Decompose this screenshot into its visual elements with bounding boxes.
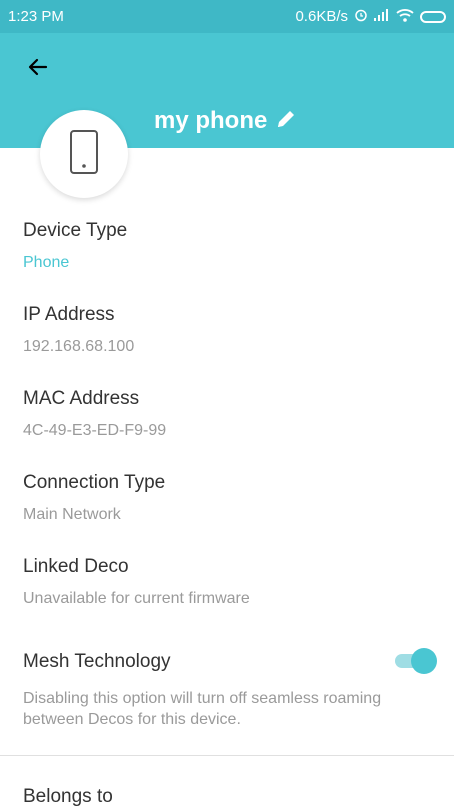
- mac-address-section: MAC Address 4C-49-E3-ED-F9-99: [23, 388, 443, 440]
- linked-deco-label: Linked Deco: [23, 556, 129, 577]
- alarm-icon: [354, 8, 368, 26]
- linked-deco-section: Linked Deco Unavailable for current firm…: [23, 556, 443, 608]
- belongs-to-label: Belongs to: [23, 786, 113, 807]
- device-name: my phone: [154, 107, 268, 134]
- connection-type-value: Main Network: [23, 506, 121, 523]
- ip-address-label: IP Address: [23, 304, 115, 325]
- mesh-technology-section: Mesh Technology: [23, 651, 443, 673]
- wifi-icon: [396, 8, 414, 26]
- mac-address-value: 4C-49-E3-ED-F9-99: [23, 422, 167, 439]
- belongs-to-section[interactable]: Belongs to: [23, 786, 443, 808]
- device-name-row[interactable]: my phone: [154, 107, 297, 135]
- back-button[interactable]: [22, 53, 54, 85]
- pencil-icon[interactable]: [275, 108, 297, 135]
- device-type-value: Phone: [23, 254, 70, 271]
- device-type-label: Device Type: [23, 220, 128, 241]
- phone-icon: [69, 129, 99, 180]
- section-divider: [0, 755, 454, 756]
- status-icons: 0.6KB/s: [295, 8, 446, 26]
- device-type-section: Device Type Phone: [23, 220, 443, 272]
- mesh-technology-label: Mesh Technology: [23, 651, 171, 672]
- ip-address-value: 192.168.68.100: [23, 338, 135, 355]
- arrow-left-icon: [26, 55, 50, 84]
- toggle-knob: [411, 648, 437, 674]
- status-bar: 1:23 PM 0.6KB/s: [0, 0, 454, 33]
- mesh-technology-description: Disabling this option will turn off seam…: [23, 690, 382, 728]
- mac-address-label: MAC Address: [23, 388, 140, 409]
- status-time: 1:23 PM: [8, 8, 64, 25]
- linked-deco-value: Unavailable for current firmware: [23, 590, 250, 607]
- device-avatar: [40, 110, 128, 198]
- signal-icon: [374, 8, 390, 25]
- ip-address-section: IP Address 192.168.68.100: [23, 304, 443, 356]
- connection-type-section: Connection Type Main Network: [23, 472, 443, 524]
- battery-icon: [420, 10, 446, 23]
- mesh-technology-toggle[interactable]: [393, 648, 437, 674]
- connection-type-label: Connection Type: [23, 472, 166, 493]
- network-speed: 0.6KB/s: [295, 8, 348, 25]
